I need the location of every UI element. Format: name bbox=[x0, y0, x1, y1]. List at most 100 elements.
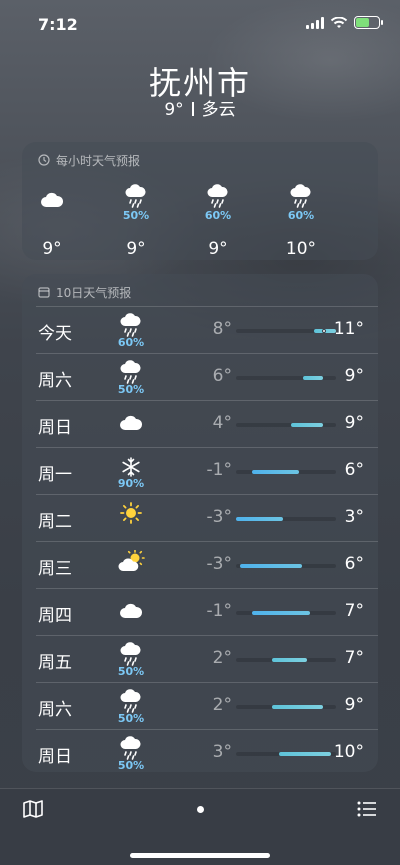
rain-icon bbox=[183, 178, 253, 208]
current-summary: 9° 多云 bbox=[0, 95, 400, 120]
hourly-temp: 9° bbox=[42, 239, 62, 259]
hourly-item: 60% 10° bbox=[266, 178, 336, 259]
day-high: 7° bbox=[344, 648, 364, 668]
hourly-item: 60% 9° bbox=[183, 178, 253, 259]
status-time: 7:12 bbox=[38, 15, 78, 34]
day-name: 周六 bbox=[38, 371, 72, 391]
hourly-item: 50% 9° bbox=[101, 178, 171, 259]
status-icons bbox=[306, 16, 383, 29]
list-icon[interactable] bbox=[356, 799, 378, 819]
map-icon[interactable] bbox=[22, 799, 44, 819]
bottom-toolbar bbox=[0, 788, 400, 865]
hourly-precip bbox=[354, 209, 378, 223]
sun-icon bbox=[116, 499, 146, 525]
day-row[interactable]: 周五 50% 2° 7° bbox=[36, 635, 378, 682]
temp-range-bar bbox=[272, 705, 323, 709]
day-row[interactable]: 周日 4° 9° bbox=[36, 400, 378, 447]
wifi-icon bbox=[330, 16, 348, 28]
day-precip: 60% bbox=[117, 336, 145, 349]
status-bar: 7:12 bbox=[0, 0, 400, 48]
hourly-precip: 60% bbox=[287, 209, 315, 222]
day-name: 周四 bbox=[38, 606, 72, 626]
home-indicator[interactable] bbox=[130, 853, 270, 858]
day-high: 11° bbox=[333, 319, 364, 339]
day-row[interactable]: 今天 60% 8° 11° bbox=[36, 306, 378, 353]
temp-range-track bbox=[236, 564, 336, 568]
day-precip: 90% bbox=[117, 477, 145, 490]
day-name: 周六 bbox=[38, 700, 72, 720]
clock-icon bbox=[38, 154, 50, 166]
day-row[interactable]: 周三 -3° 6° bbox=[36, 541, 378, 588]
day-name: 周三 bbox=[38, 559, 72, 579]
day-precip: 50% bbox=[117, 712, 145, 725]
temp-range-bar bbox=[291, 423, 323, 427]
temp-range-bar bbox=[236, 517, 283, 521]
day-name: 周二 bbox=[38, 512, 72, 532]
day-row[interactable]: 周六 50% 2° 9° bbox=[36, 682, 378, 729]
day-name: 周日 bbox=[38, 747, 72, 767]
hourly-header: 每小时天气预报 bbox=[22, 142, 378, 178]
separator bbox=[191, 102, 194, 116]
ten-day-forecast-card[interactable]: 10日天气预报 今天 60% 8° 11° 周六 50% 6° 9° 周日 4° 9° 周一 90% -1… bbox=[22, 274, 378, 772]
day-precip: 50% bbox=[117, 383, 145, 396]
daily-title: 10日天气预报 bbox=[56, 285, 132, 300]
day-high: 9° bbox=[344, 413, 364, 433]
temp-range-track bbox=[236, 329, 336, 333]
day-low: -3° bbox=[206, 554, 232, 574]
temp-range-bar bbox=[252, 470, 299, 474]
temp-range-track bbox=[236, 517, 336, 521]
day-high: 6° bbox=[344, 554, 364, 574]
day-low: -1° bbox=[206, 460, 232, 480]
hourly-item: 9° bbox=[22, 178, 87, 259]
temp-range-track bbox=[236, 611, 336, 615]
day-high: 9° bbox=[344, 366, 364, 386]
day-row[interactable]: 周二 -3° 3° bbox=[36, 494, 378, 541]
hourly-temp: 9° bbox=[126, 239, 146, 259]
day-low: -3° bbox=[206, 507, 232, 527]
rain-icon bbox=[101, 178, 171, 208]
hourly-temp: 11 bbox=[354, 239, 378, 259]
rain-icon bbox=[266, 178, 336, 208]
cloud-icon bbox=[116, 593, 146, 619]
rain-icon bbox=[116, 311, 146, 337]
temp-range-track bbox=[236, 423, 336, 427]
page-indicator-dot[interactable] bbox=[197, 806, 204, 813]
day-row[interactable]: 周六 50% 6° 9° bbox=[36, 353, 378, 400]
hourly-temp: 9° bbox=[208, 239, 228, 259]
hourly-temp: 10° bbox=[285, 239, 317, 259]
cloud-icon bbox=[22, 178, 87, 208]
day-high: 6° bbox=[344, 460, 364, 480]
day-row[interactable]: 周日 50% 3° 10° bbox=[36, 729, 378, 772]
day-low: 2° bbox=[212, 695, 232, 715]
cloud-icon bbox=[116, 405, 146, 431]
partly-sunny-icon bbox=[116, 546, 146, 572]
current-temp-dot bbox=[322, 329, 326, 333]
day-precip: 50% bbox=[117, 759, 145, 772]
day-high: 7° bbox=[344, 601, 364, 621]
hourly-forecast-card[interactable]: 每小时天气预报 9° 50% 9° 60% 9° 60% 10° 11 bbox=[22, 142, 378, 260]
day-high: 10° bbox=[333, 742, 364, 762]
rain-icon bbox=[116, 687, 146, 713]
temp-range-track bbox=[236, 705, 336, 709]
cloud-icon bbox=[354, 178, 378, 208]
battery-icon bbox=[354, 16, 383, 29]
day-high: 9° bbox=[344, 695, 364, 715]
day-high: 3° bbox=[344, 507, 364, 527]
day-low: 6° bbox=[212, 366, 232, 386]
day-name: 周日 bbox=[38, 418, 72, 438]
day-row[interactable]: 周四 -1° 7° bbox=[36, 588, 378, 635]
rain-icon bbox=[116, 640, 146, 666]
day-low: 8° bbox=[212, 319, 232, 339]
day-low: 4° bbox=[212, 413, 232, 433]
rain-icon bbox=[116, 358, 146, 384]
hourly-item: 11 bbox=[354, 178, 378, 259]
day-row[interactable]: 周一 90% -1° 6° bbox=[36, 447, 378, 494]
day-precip: 50% bbox=[117, 665, 145, 678]
temp-range-bar bbox=[272, 658, 307, 662]
temp-range-bar bbox=[252, 611, 310, 615]
temp-range-bar bbox=[279, 752, 331, 756]
day-name: 今天 bbox=[38, 324, 72, 344]
day-low: 2° bbox=[212, 648, 232, 668]
current-condition: 多云 bbox=[201, 100, 236, 120]
calendar-icon bbox=[38, 287, 50, 298]
